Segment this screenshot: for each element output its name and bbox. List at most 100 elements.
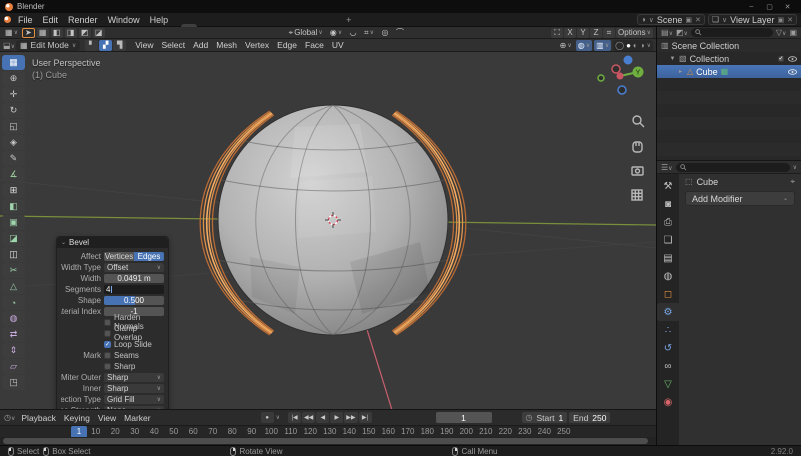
tool-button-select-box[interactable]: ▦ bbox=[2, 55, 25, 70]
shading-solid-button[interactable]: ● bbox=[626, 41, 631, 50]
tool-button-inset-faces[interactable]: ▣ bbox=[2, 215, 25, 230]
shading-material-button[interactable]: ◐ bbox=[633, 41, 638, 50]
tool-button-shear[interactable]: ▱ bbox=[2, 359, 25, 374]
tool-button-bevel[interactable]: ◪ bbox=[2, 231, 25, 246]
snap-toggle[interactable]: ◡ bbox=[347, 28, 359, 38]
affect-vertices-button[interactable]: Vertices bbox=[104, 252, 134, 261]
outliner-display-mode-icon[interactable]: ▤∨ bbox=[661, 28, 673, 37]
properties-search-input[interactable] bbox=[676, 163, 790, 172]
select-subtract-button[interactable]: ◨ bbox=[65, 28, 77, 38]
expander-icon[interactable]: ▸ bbox=[677, 68, 684, 75]
tool-button-smooth[interactable]: ◍ bbox=[2, 311, 25, 326]
tool-button-knife[interactable]: ✂ bbox=[2, 263, 25, 278]
current-frame-field[interactable]: 1 bbox=[436, 412, 492, 423]
menu-item[interactable]: Render bbox=[63, 14, 103, 26]
miter-inner-dropdown[interactable]: Sharp∨ bbox=[104, 384, 164, 393]
scene-selector[interactable]: ◑∨ Scene ▣ ✕ bbox=[637, 14, 705, 25]
filter-icon[interactable]: ▽∨ bbox=[776, 28, 787, 37]
add-workspace-button[interactable]: + bbox=[341, 15, 356, 25]
navigation-gizmo[interactable]: Y bbox=[594, 54, 652, 206]
hide-eye-icon[interactable] bbox=[788, 69, 797, 75]
tool-button-move[interactable]: ✛ bbox=[2, 87, 25, 102]
select-intersect-button[interactable]: ◪ bbox=[93, 28, 105, 38]
properties-options-icon[interactable]: ∨ bbox=[793, 164, 797, 171]
mirror-icon[interactable]: ⛶ bbox=[551, 28, 563, 38]
viewport-menu-item[interactable]: Select bbox=[158, 40, 190, 50]
tool-button-poly-build[interactable]: △ bbox=[2, 279, 25, 294]
segments-field[interactable]: 4 bbox=[104, 285, 164, 294]
tool-button-extrude-region[interactable]: ◧ bbox=[2, 199, 25, 214]
select-difference-button[interactable]: ◩ bbox=[79, 28, 91, 38]
tool-button-scale[interactable]: ◱ bbox=[2, 119, 25, 134]
menu-item[interactable]: Window bbox=[103, 14, 145, 26]
tool-button-rip-region[interactable]: ◳ bbox=[2, 375, 25, 390]
viewport-menu-item[interactable]: Add bbox=[189, 40, 212, 50]
select-new-button[interactable]: ▦ bbox=[37, 28, 49, 38]
proportional-edit-toggle[interactable]: ◎ bbox=[379, 28, 391, 38]
menu-item[interactable]: File bbox=[13, 14, 38, 26]
viewport-menu-item[interactable]: Vertex bbox=[241, 40, 273, 50]
snapping-dropdown[interactable]: ⌗∨ bbox=[362, 28, 376, 38]
select-mode-button-vertex[interactable]: ▘ bbox=[85, 40, 98, 51]
timeline-menu-item[interactable]: Keying bbox=[60, 413, 94, 423]
properties-tab-particles[interactable]: ∴ bbox=[657, 321, 679, 339]
overlays-toggle[interactable]: ◍∨ bbox=[576, 40, 592, 51]
timeline-menu-item[interactable]: Marker bbox=[120, 413, 154, 423]
add-modifier-dropdown[interactable]: Add Modifier ⌄ bbox=[685, 191, 795, 206]
mirror-z-button[interactable]: Z bbox=[590, 28, 602, 38]
playback-button[interactable]: ▶| bbox=[359, 412, 372, 423]
close-button[interactable]: ✕ bbox=[779, 1, 796, 12]
playback-button[interactable]: ▶ bbox=[330, 412, 343, 423]
pivot-point-dropdown[interactable]: ◉∨ bbox=[328, 28, 344, 38]
viewport-menu-item[interactable]: Edge bbox=[273, 40, 301, 50]
mark-sharp-checkbox[interactable] bbox=[104, 363, 111, 370]
unlink-scene-icon[interactable]: ✕ bbox=[695, 16, 701, 24]
select-extend-button[interactable]: ◧ bbox=[51, 28, 63, 38]
auto-keying-button[interactable]: ● bbox=[261, 412, 274, 423]
face-strength-dropdown[interactable]: None∨ bbox=[104, 406, 164, 410]
playback-button[interactable]: ◀ bbox=[316, 412, 329, 423]
properties-tab-modifiers[interactable]: ⚙ bbox=[657, 303, 679, 321]
properties-tab-object[interactable]: ◻ bbox=[657, 285, 679, 303]
new-collection-icon[interactable]: ▣ bbox=[789, 28, 797, 37]
new-scene-icon[interactable]: ▣ bbox=[685, 16, 692, 24]
select-mode-button-edge[interactable]: ▞ bbox=[99, 40, 112, 51]
bevel-panel-header[interactable]: ⌄Bevel bbox=[57, 237, 168, 248]
viewport-3d[interactable]: ▦⊕✛↻◱◈✎∡⊞◧▣◪◫✂△◔◍⇄⇕▱◳ User Perspective (… bbox=[0, 52, 656, 409]
timeline-editor-type-icon[interactable]: ◷∨ bbox=[4, 413, 15, 422]
gizmos-dropdown[interactable]: ⊕∨ bbox=[558, 40, 574, 51]
tool-button-shrink-fatten[interactable]: ⇕ bbox=[2, 343, 25, 358]
active-tool-icon[interactable]: ▦∨ bbox=[3, 28, 20, 38]
frame-ruler[interactable]: 1 10203040506070809010011012013014015016… bbox=[0, 425, 656, 437]
playback-button[interactable]: ▶▶ bbox=[344, 412, 357, 423]
hide-eye-icon[interactable] bbox=[788, 56, 797, 62]
outliner-row-collection[interactable]: ▼ ▧ Collection ✓ bbox=[657, 52, 801, 65]
shading-dropdown[interactable]: ∨ bbox=[647, 42, 651, 49]
remove-view-layer-icon[interactable]: ✕ bbox=[787, 16, 793, 24]
outliner-search-input[interactable] bbox=[691, 28, 773, 37]
tool-button-spin[interactable]: ◔ bbox=[2, 295, 25, 310]
playback-button[interactable]: |◀ bbox=[288, 412, 301, 423]
intersection-type-dropdown[interactable]: Grid Fill∨ bbox=[104, 395, 164, 404]
viewport-menu-item[interactable]: Face bbox=[301, 40, 328, 50]
editor-type-icon[interactable]: ⬓∨ bbox=[3, 41, 15, 50]
select-mode-button-face[interactable]: ▜ bbox=[113, 40, 126, 51]
properties-tab-object-data[interactable]: ▽ bbox=[657, 375, 679, 393]
timeline-scrollbar[interactable] bbox=[0, 437, 656, 445]
tool-button-cursor[interactable]: ⊕ bbox=[2, 71, 25, 86]
outliner-filter-id-icon[interactable]: ◩∨ bbox=[676, 28, 688, 37]
mode-dropdown[interactable]: ▦ Edit Mode ∨ bbox=[16, 40, 80, 51]
width-type-dropdown[interactable]: Offset∨ bbox=[104, 263, 164, 272]
viewport-menu-item[interactable]: UV bbox=[328, 40, 348, 50]
shape-slider[interactable]: 0.500 bbox=[104, 296, 164, 305]
mark-seams-checkbox[interactable] bbox=[104, 352, 111, 359]
snap-grid-icon[interactable]: ⌗ bbox=[603, 28, 615, 38]
tool-button-measure[interactable]: ∡ bbox=[2, 167, 25, 182]
frame-end-field[interactable]: End250 bbox=[569, 412, 610, 423]
properties-tab-physics[interactable]: ↺ bbox=[657, 339, 679, 357]
clamp-overlap-checkbox[interactable] bbox=[104, 330, 111, 337]
expander-icon[interactable]: ▼ bbox=[669, 56, 676, 62]
menu-item[interactable]: Help bbox=[145, 14, 174, 26]
shading-rendered-button[interactable]: ◑ bbox=[640, 41, 645, 50]
xray-toggle[interactable]: ▥∨ bbox=[594, 40, 611, 51]
